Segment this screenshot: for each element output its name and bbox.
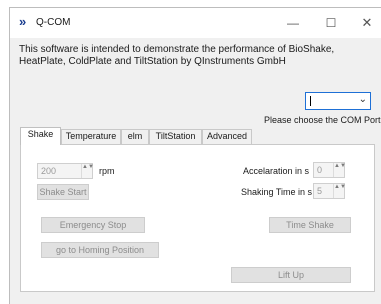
tab-shake[interactable]: Shake (20, 127, 61, 145)
chevron-down-icon[interactable]: ⌄ (359, 94, 367, 105)
window-title: Q-COM (36, 17, 71, 28)
spin-arrows-icon[interactable]: ▲▼ (333, 163, 346, 177)
shaking-time-value: 5 (317, 186, 323, 196)
acceleration-value: 0 (317, 165, 323, 175)
tab-tiltstation[interactable]: TiltStation (149, 129, 202, 144)
shaking-time-stepper[interactable]: 5 ▲▼ (313, 183, 346, 199)
acceleration-stepper[interactable]: 0 ▲▼ (313, 162, 346, 178)
tab-advanced[interactable]: Advanced (202, 129, 252, 144)
acceleration-label: Accelaration in s (243, 166, 310, 176)
time-shake-button[interactable]: Time Shake (269, 217, 351, 233)
lift-up-button[interactable]: Lift Up (231, 267, 351, 283)
rpm-unit-label: rpm (99, 166, 115, 176)
homing-position-button[interactable]: go to Homing Position (41, 242, 159, 258)
rpm-stepper[interactable]: 200 ▲▼ (37, 163, 94, 179)
close-button[interactable]: ✕ (352, 12, 381, 34)
app-window: » Q-COM — ☐ ✕ This software is intended … (9, 7, 381, 304)
tab-elm[interactable]: elm (121, 129, 149, 144)
text-caret (310, 96, 311, 106)
shake-tab-panel: 200 ▲▼ rpm Accelaration in s 0 ▲▼ Shake … (20, 144, 375, 292)
shake-start-button[interactable]: Shake Start (37, 184, 89, 200)
title-bar: » Q-COM — ☐ ✕ (10, 8, 381, 38)
shaking-time-label: Shaking Time in s (241, 187, 313, 197)
com-port-select[interactable]: ⌄ (305, 92, 371, 110)
spin-arrows-icon[interactable]: ▲▼ (81, 164, 94, 178)
minimize-button[interactable]: — (278, 12, 308, 34)
maximize-button[interactable]: ☐ (316, 12, 346, 34)
emergency-stop-button[interactable]: Emergency Stop (41, 217, 145, 233)
qcom-logo-icon: » (19, 14, 26, 29)
rpm-value: 200 (41, 166, 57, 176)
com-port-hint: Please choose the COM Port (264, 115, 381, 125)
tab-temperature[interactable]: Temperature (61, 129, 121, 144)
spin-arrows-icon[interactable]: ▲▼ (333, 184, 346, 198)
intro-description: This software is intended to demonstrate… (19, 44, 335, 67)
